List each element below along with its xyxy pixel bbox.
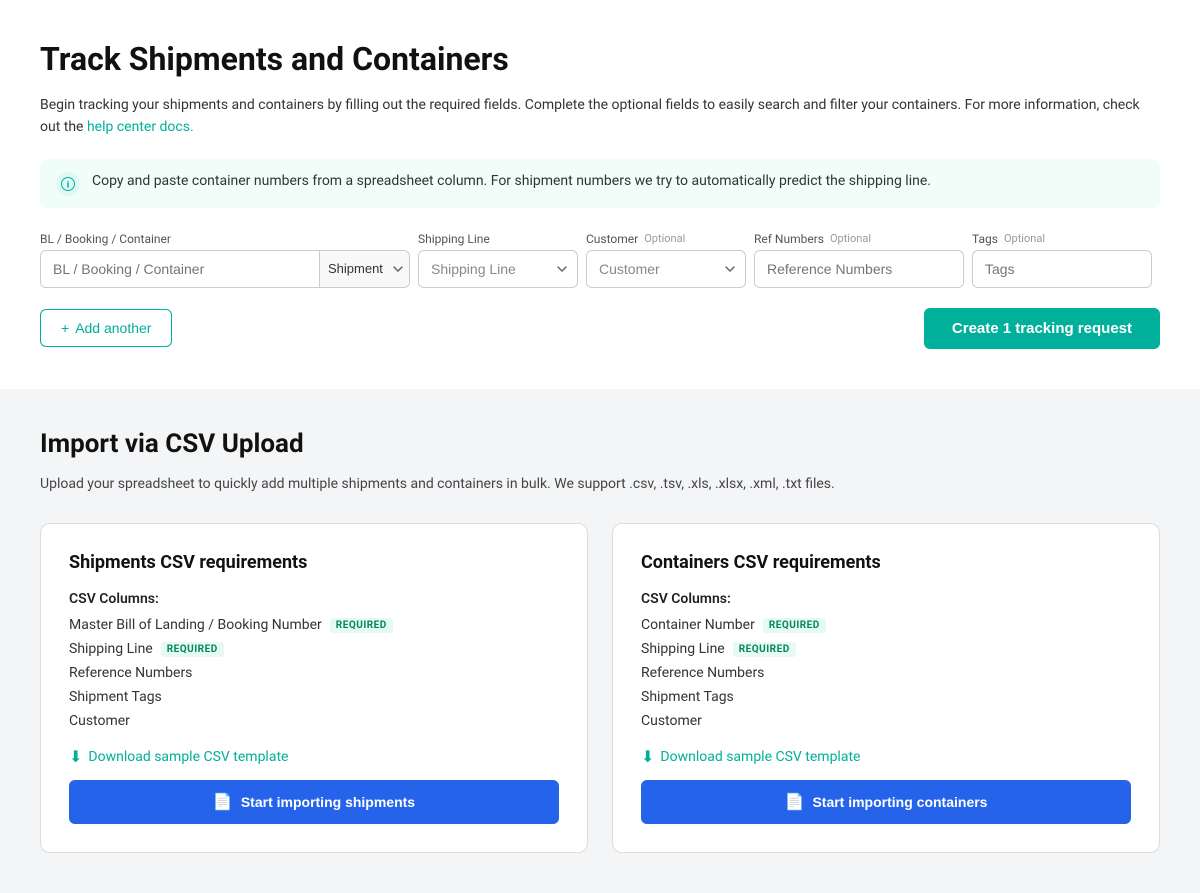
add-another-icon: + xyxy=(61,320,69,336)
ref-numbers-label: Ref Numbers Optional xyxy=(754,232,964,246)
list-item: Reference Numbers xyxy=(69,665,559,681)
ref-numbers-optional: Optional xyxy=(830,232,871,245)
shipments-download-label: Download sample CSV template xyxy=(88,749,288,765)
info-icon xyxy=(56,172,80,196)
shipments-download-link[interactable]: ⬇ Download sample CSV template xyxy=(69,747,559,766)
list-item: Reference Numbers xyxy=(641,665,1131,681)
import-shipments-label: Start importing shipments xyxy=(241,794,415,810)
customer-field-group: Customer Optional Customer xyxy=(586,232,746,288)
start-importing-containers-button[interactable]: 📄 Start importing containers xyxy=(641,780,1131,824)
shipments-columns-label: CSV Columns: xyxy=(69,591,559,607)
tags-input[interactable] xyxy=(972,250,1152,288)
containers-download-label: Download sample CSV template xyxy=(660,749,860,765)
import-description: Upload your spreadsheet to quickly add m… xyxy=(40,473,1160,495)
info-banner: Copy and paste container numbers from a … xyxy=(40,159,1160,208)
tracking-form-row: BL / Booking / Container Shipment Contai… xyxy=(40,232,1160,288)
tags-field-group: Tags Optional xyxy=(972,232,1152,288)
ref-numbers-input[interactable] xyxy=(754,250,964,288)
list-item: Master Bill of Landing / Booking Number … xyxy=(69,617,559,633)
import-containers-label: Start importing containers xyxy=(812,794,987,810)
containers-download-link[interactable]: ⬇ Download sample CSV template xyxy=(641,747,1131,766)
track-section: Track Shipments and Containers Begin tra… xyxy=(0,0,1200,389)
import-title: Import via CSV Upload xyxy=(40,429,1160,459)
list-item: Shipping Line REQUIRED xyxy=(641,641,1131,657)
required-badge: REQUIRED xyxy=(763,618,826,633)
bl-field-group: BL / Booking / Container Shipment Contai… xyxy=(40,232,410,288)
track-description: Begin tracking your shipments and contai… xyxy=(40,94,1160,139)
customer-label: Customer Optional xyxy=(586,232,746,246)
required-badge: REQUIRED xyxy=(161,642,224,657)
csv-cards-container: Shipments CSV requirements CSV Columns: … xyxy=(40,523,1160,853)
list-item: Shipping Line REQUIRED xyxy=(69,641,559,657)
containers-card-title: Containers CSV requirements xyxy=(641,552,1131,573)
download-icon: ⬇ xyxy=(641,747,654,766)
bl-input-wrap: Shipment Container xyxy=(40,250,410,288)
upload-icon: 📄 xyxy=(785,792,805,812)
list-item: Shipment Tags xyxy=(69,689,559,705)
list-item: Customer xyxy=(641,713,1131,729)
add-another-button[interactable]: + Add another xyxy=(40,309,172,347)
customer-select[interactable]: Customer xyxy=(586,250,746,288)
shipping-line-label: Shipping Line xyxy=(418,232,578,246)
customer-optional: Optional xyxy=(644,232,685,245)
shipments-csv-card: Shipments CSV requirements CSV Columns: … xyxy=(40,523,588,853)
shipment-type-select[interactable]: Shipment Container xyxy=(319,251,409,287)
list-item: Container Number REQUIRED xyxy=(641,617,1131,633)
page-title: Track Shipments and Containers xyxy=(40,40,1160,78)
tags-optional: Optional xyxy=(1004,232,1045,245)
shipping-line-select[interactable]: Shipping Line xyxy=(418,250,578,288)
help-center-link[interactable]: help center docs. xyxy=(87,119,194,135)
required-badge: REQUIRED xyxy=(733,642,796,657)
tags-label: Tags Optional xyxy=(972,232,1152,246)
create-tracking-button[interactable]: Create 1 tracking request xyxy=(924,308,1160,349)
start-importing-shipments-button[interactable]: 📄 Start importing shipments xyxy=(69,780,559,824)
download-icon: ⬇ xyxy=(69,747,82,766)
list-item: Customer xyxy=(69,713,559,729)
shipments-card-title: Shipments CSV requirements xyxy=(69,552,559,573)
form-actions: + Add another Create 1 tracking request xyxy=(40,308,1160,349)
bl-label: BL / Booking / Container xyxy=(40,232,410,246)
import-section: Import via CSV Upload Upload your spread… xyxy=(0,389,1200,893)
ref-numbers-field-group: Ref Numbers Optional xyxy=(754,232,964,288)
containers-csv-card: Containers CSV requirements CSV Columns:… xyxy=(612,523,1160,853)
info-banner-text: Copy and paste container numbers from a … xyxy=(92,171,931,192)
list-item: Shipment Tags xyxy=(641,689,1131,705)
add-another-label: Add another xyxy=(75,320,151,336)
upload-icon: 📄 xyxy=(213,792,233,812)
required-badge: REQUIRED xyxy=(330,618,393,633)
shipping-line-field-group: Shipping Line Shipping Line xyxy=(418,232,578,288)
track-desc-text: Begin tracking your shipments and contai… xyxy=(40,97,1140,135)
bl-input[interactable] xyxy=(41,251,319,287)
containers-columns-label: CSV Columns: xyxy=(641,591,1131,607)
